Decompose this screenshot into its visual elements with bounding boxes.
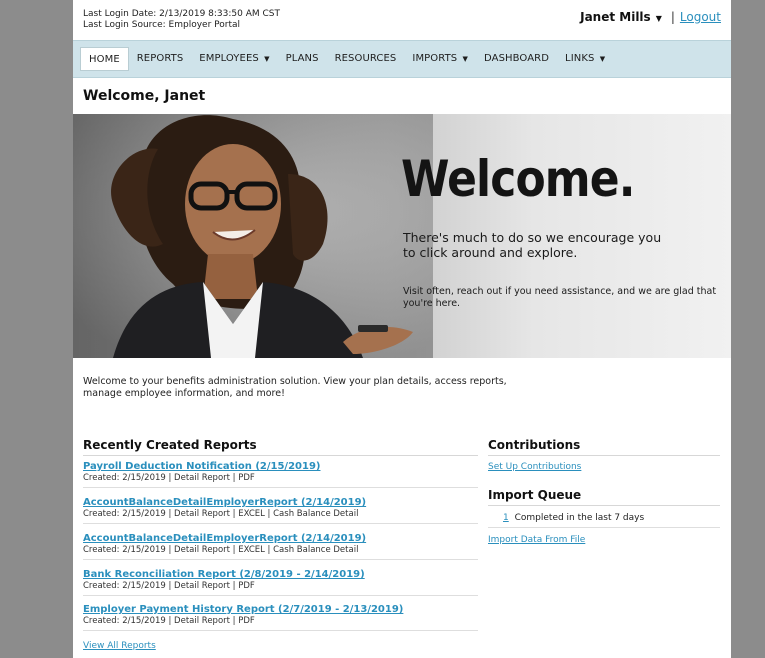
user-menu[interactable]: Janet Mills ▼ [580, 10, 662, 24]
report-meta: Created: 2/15/2019 | Detail Report | PDF [83, 473, 255, 483]
report-link[interactable]: AccountBalanceDetailEmployerReport (2/14… [83, 497, 478, 509]
banner-person-image [73, 114, 433, 358]
nav-item-employees[interactable]: EMPLOYEES ▼ [191, 47, 277, 71]
welcome-banner: Welcome. There's much to do so we encour… [73, 114, 731, 358]
import-queue-row: 1 Completed in the last 7 days [488, 513, 720, 528]
chevron-down-icon: ▼ [599, 55, 606, 63]
banner-headline: Welcome. [401, 150, 635, 208]
report-link[interactable]: Payroll Deduction Notification (2/15/201… [83, 461, 478, 473]
import-queue-title: Import Queue [488, 488, 720, 506]
page-title: Welcome, Janet [83, 88, 206, 104]
banner-note: Visit often, reach out if you need assis… [403, 286, 717, 309]
report-link[interactable]: Bank Reconciliation Report (2/8/2019 - 2… [83, 569, 478, 581]
last-login-info: Last Login Date: 2/13/2019 8:33:50 AM CS… [83, 9, 280, 31]
report-meta: Created: 2/15/2019 | Detail Report | PDF [83, 581, 255, 591]
chevron-down-icon: ▼ [462, 55, 469, 63]
report-meta: Created: 2/15/2019 | Detail Report | EXC… [83, 545, 359, 555]
header-separator: | [670, 10, 675, 24]
contributions-section-title: Contributions [488, 438, 720, 456]
chevron-down-icon: ▼ [264, 55, 270, 63]
user-area: Janet Mills ▼ | Logout [580, 10, 721, 24]
nav-item-dashboard[interactable]: DASHBOARD [476, 47, 557, 71]
report-item: Payroll Deduction Notification (2/15/201… [83, 461, 478, 488]
reports-section-title: Recently Created Reports [83, 438, 478, 456]
last-login-source: Last Login Source: Employer Portal [83, 20, 241, 30]
view-all-reports-link[interactable]: View All Reports [83, 641, 156, 651]
nav-item-imports[interactable]: IMPORTS ▼ [404, 47, 476, 71]
report-link[interactable]: AccountBalanceDetailEmployerReport (2/14… [83, 533, 478, 545]
report-item: Employer Payment History Report (2/7/201… [83, 604, 478, 631]
import-queue-status: Completed in the last 7 days [514, 513, 645, 523]
import-queue-count-link[interactable]: 1 [503, 513, 509, 523]
logout-link[interactable]: Logout [680, 10, 721, 24]
report-item: Bank Reconciliation Report (2/8/2019 - 2… [83, 569, 478, 596]
top-bar: Last Login Date: 2/13/2019 8:33:50 AM CS… [73, 0, 731, 40]
user-name: Janet Mills [580, 10, 651, 24]
report-meta: Created: 2/15/2019 | Detail Report | PDF [83, 616, 255, 626]
last-login-date: Last Login Date: 2/13/2019 8:33:50 AM CS… [83, 9, 280, 19]
report-link[interactable]: Employer Payment History Report (2/7/201… [83, 604, 478, 616]
nav-item-resources[interactable]: RESOURCES [327, 47, 405, 71]
portal-page: Last Login Date: 2/13/2019 8:33:50 AM CS… [73, 0, 731, 658]
nav-item-links[interactable]: LINKS ▼ [557, 47, 613, 71]
report-item: AccountBalanceDetailEmployerReport (2/14… [83, 533, 478, 560]
nav-item-plans[interactable]: PLANS [278, 47, 327, 71]
intro-text: Welcome to your benefits administration … [83, 376, 507, 399]
report-item: AccountBalanceDetailEmployerReport (2/14… [83, 497, 478, 524]
nav-item-reports[interactable]: REPORTS [129, 47, 192, 71]
main-nav: HOME REPORTS EMPLOYEES ▼ PLANS RESOURCES… [73, 40, 731, 78]
import-data-link[interactable]: Import Data From File [488, 535, 585, 545]
setup-contributions-link[interactable]: Set Up Contributions [488, 462, 581, 472]
nav-item-home[interactable]: HOME [80, 47, 129, 71]
report-meta: Created: 2/15/2019 | Detail Report | EXC… [83, 509, 359, 519]
banner-subtext: There's much to do so we encourage you t… [403, 230, 662, 260]
chevron-down-icon: ▼ [655, 14, 662, 23]
